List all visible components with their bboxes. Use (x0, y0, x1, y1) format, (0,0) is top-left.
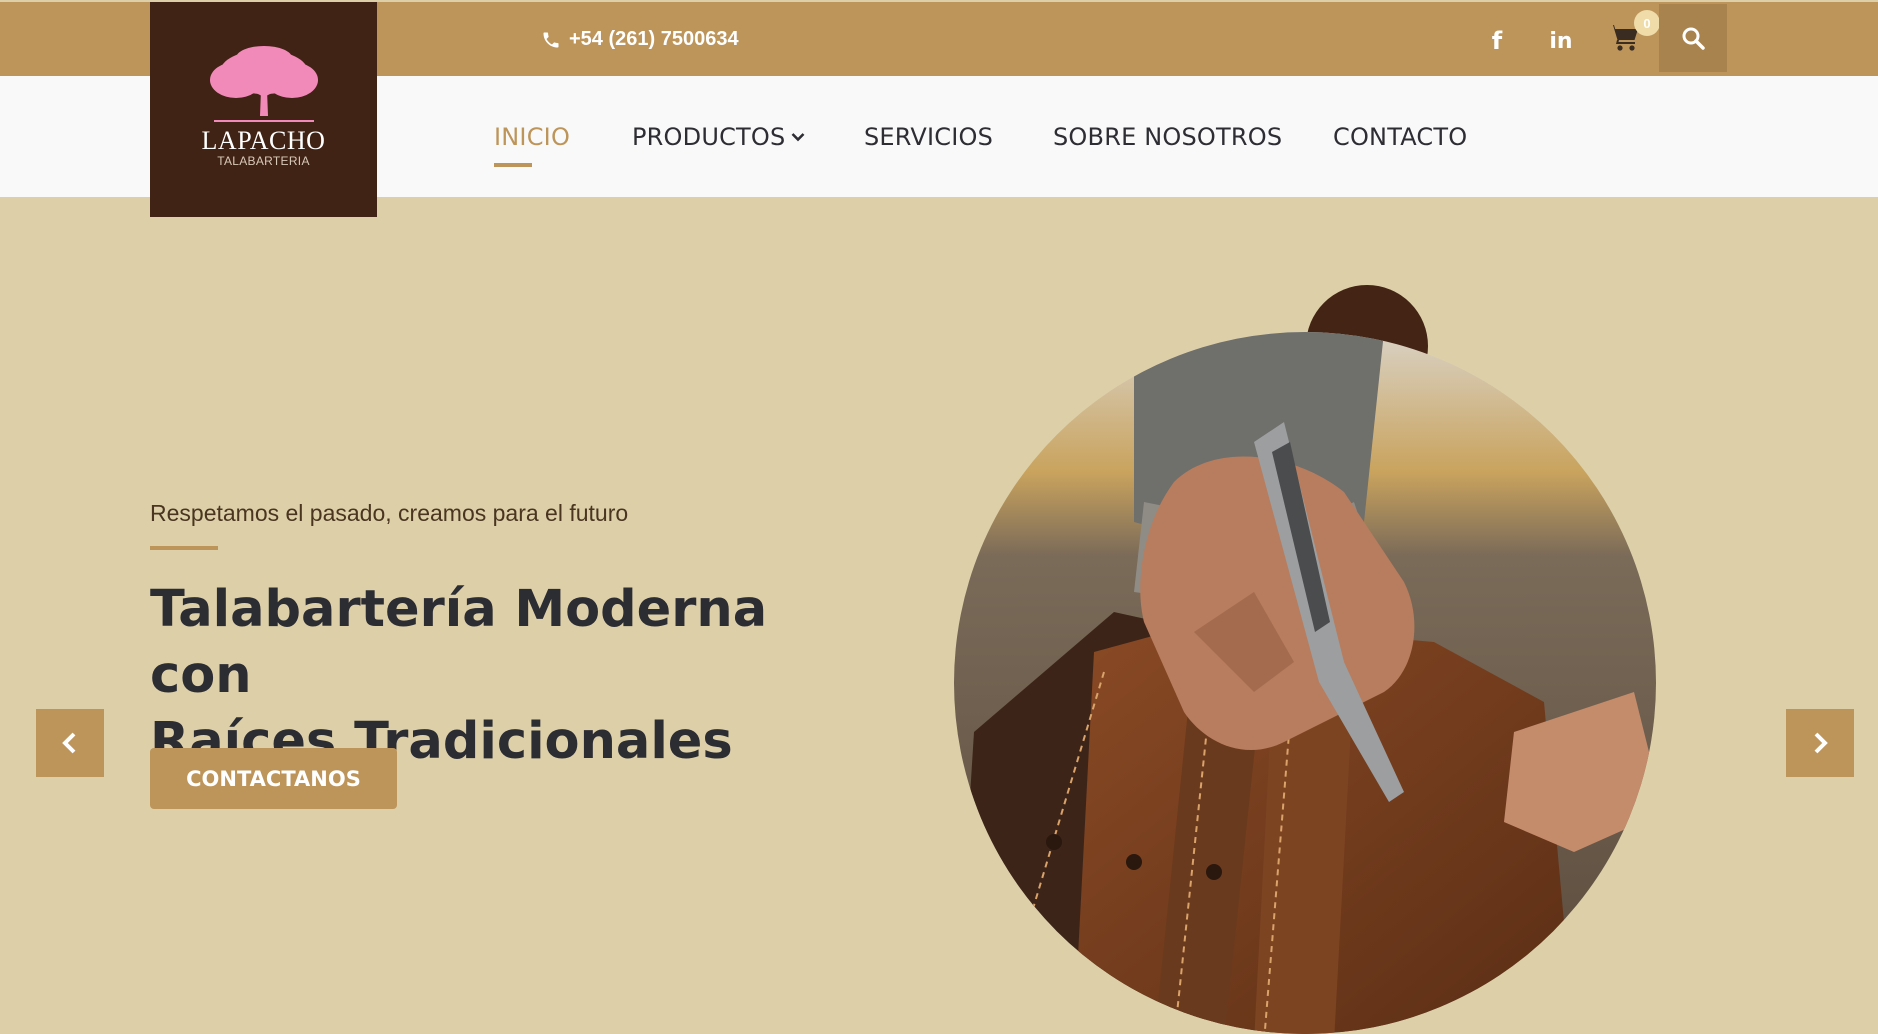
hero-title: Talabartería Moderna con Raíces Tradicio… (150, 577, 870, 775)
chevron-down-icon (791, 120, 805, 142)
nav-item-sobre-nosotros[interactable]: SOBRE NOSOTROS (1053, 123, 1282, 151)
hero-divider (150, 546, 218, 550)
hero-title-line-1: Talabartería Moderna con (150, 580, 768, 705)
nav-item-servicios[interactable]: SERVICIOS (864, 123, 993, 151)
tree-logo-icon (210, 46, 318, 122)
slider-prev-button[interactable] (36, 709, 104, 777)
nav-item-productos-label: PRODUCTOS (632, 123, 786, 151)
slider-next-button[interactable] (1786, 709, 1854, 777)
hero-subtitle: Respetamos el pasado, creamos para el fu… (150, 500, 629, 526)
cart-count-badge: 0 (1634, 10, 1660, 36)
search-icon (1682, 27, 1705, 50)
chevron-left-icon (62, 732, 76, 754)
active-nav-indicator (494, 163, 532, 167)
chevron-right-icon (1814, 732, 1828, 754)
logo-name: LAPACHO (201, 126, 326, 155)
search-button[interactable] (1659, 4, 1727, 72)
nav-item-inicio[interactable]: INICIO (494, 123, 570, 151)
logo-subtitle: TALABARTERIA (217, 154, 310, 168)
site-logo[interactable]: LAPACHO TALABARTERIA (150, 2, 377, 217)
linkedin-icon[interactable]: in (1546, 26, 1576, 56)
phone-contact[interactable]: +54 (261) 7500634 (541, 28, 739, 51)
nav-item-contacto[interactable]: CONTACTO (1333, 123, 1467, 151)
facebook-icon[interactable]: f (1482, 26, 1512, 56)
hero-image-leather-craft (954, 332, 1656, 1034)
phone-number: +54 (261) 7500634 (569, 28, 739, 50)
contact-cta-button[interactable]: CONTACTANOS (150, 748, 397, 809)
nav-item-productos[interactable]: PRODUCTOS (632, 120, 805, 151)
phone-icon (543, 32, 559, 47)
